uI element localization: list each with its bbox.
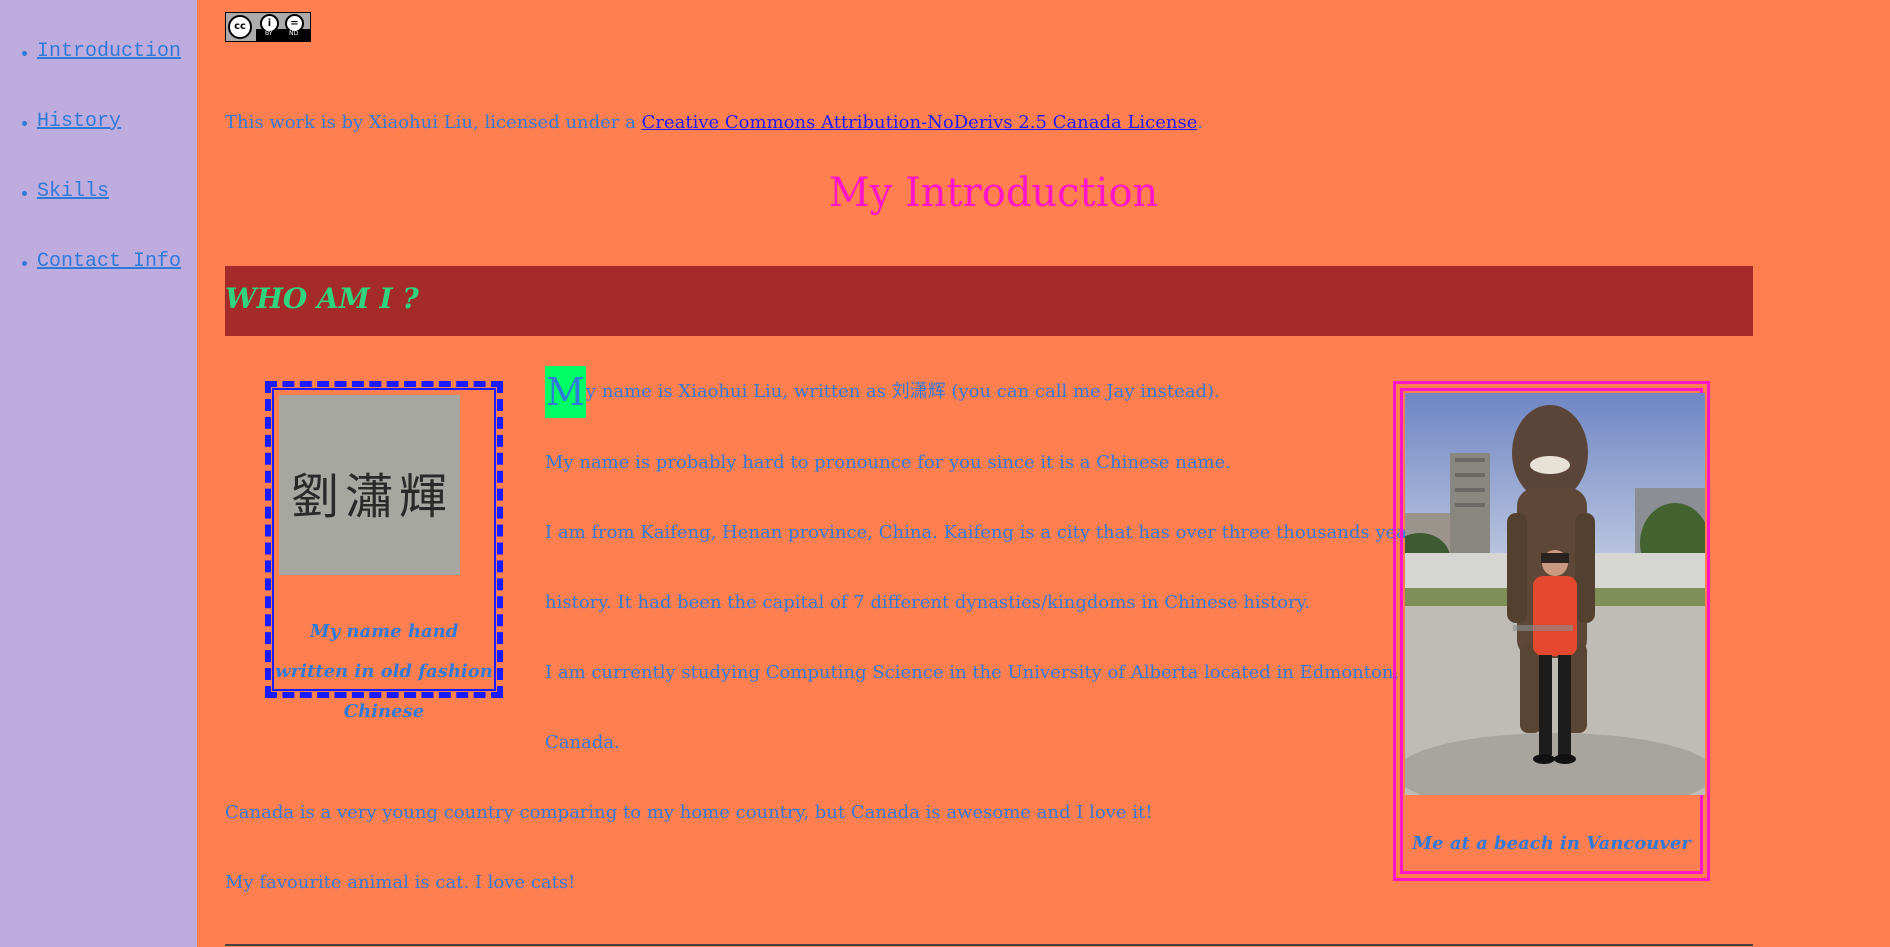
intro-paragraph-1: My name is Xiaohui Liu, written as 刘潇辉 (… (545, 366, 1220, 418)
license-statement: This work is by Xiaohui Liu, licensed un… (225, 112, 1203, 133)
bottom-divider (225, 944, 1753, 946)
drop-cap: M (545, 366, 586, 418)
section-header: WHO AM I ? (225, 266, 1753, 336)
intro-paragraph-1-text: y name is Xiaohui Liu, written as 刘潇辉 (y… (585, 381, 1220, 402)
nav-link-history[interactable]: History (37, 110, 121, 133)
signature-caption: My name hand written in old fashion Chin… (275, 621, 493, 722)
nav-link-contact-info[interactable]: Contact Info (37, 250, 181, 273)
license-prefix: This work is by Xiaohui Liu, licensed un… (225, 112, 642, 133)
intro-paragraph-4-line-1: I am currently studying Computing Scienc… (545, 662, 1400, 683)
vancouver-photo-caption: Me at a beach in Vancouver (1412, 833, 1691, 854)
intro-paragraph-6: My favourite animal is cat. I love cats! (225, 872, 576, 893)
page-title: My Introduction (828, 170, 1159, 216)
handwritten-name-text: 劉瀟輝 (291, 469, 454, 525)
license-link[interactable]: Creative Commons Attribution-NoDerivs 2.… (642, 112, 1198, 133)
cc-nd-label: ND (289, 30, 299, 37)
vancouver-beach-photo (1405, 393, 1705, 795)
intro-paragraph-3-line-1: I am from Kaifeng, Henan province, China… (545, 522, 1425, 543)
sidebar-nav: Introduction History Skills Contact Info (0, 0, 197, 947)
vancouver-photo-figure: Me at a beach in Vancouver (1393, 381, 1710, 881)
signature-figure: 劉瀟輝 My name hand written in old fashion … (265, 381, 503, 722)
nav-item-history: History (22, 110, 121, 133)
signature-figure-inner-border: 劉瀟輝 My name hand written in old fashion … (272, 388, 496, 722)
creative-commons-badge[interactable]: cc i = BY ND (225, 12, 311, 42)
nav-item-introduction: Introduction (22, 40, 181, 63)
cc-by-label: BY (265, 30, 273, 37)
section-heading: WHO AM I ? (225, 282, 419, 315)
nav-link-introduction[interactable]: Introduction (37, 40, 181, 63)
intro-paragraph-4-line-2: Canada. (545, 732, 620, 753)
intro-paragraph-2: My name is probably hard to pronounce fo… (545, 452, 1232, 473)
vancouver-photo-figure-inner-border: Me at a beach in Vancouver (1400, 388, 1705, 874)
main-content: cc i = BY ND This work is by Xiaohui Liu… (197, 0, 1890, 947)
nav-item-contact-info: Contact Info (22, 250, 181, 273)
intro-paragraph-3-line-2: history. It had been the capital of 7 di… (545, 592, 1311, 613)
nav-item-skills: Skills (22, 180, 109, 203)
vancouver-beach-photo-graphic (1405, 393, 1705, 795)
intro-paragraph-5: Canada is a very young country comparing… (225, 802, 1153, 823)
cc-logo-icon: cc (228, 15, 252, 39)
nav-link-skills[interactable]: Skills (37, 180, 109, 203)
handwritten-name-image: 劉瀟輝 (279, 395, 460, 575)
license-suffix: . (1197, 112, 1204, 133)
